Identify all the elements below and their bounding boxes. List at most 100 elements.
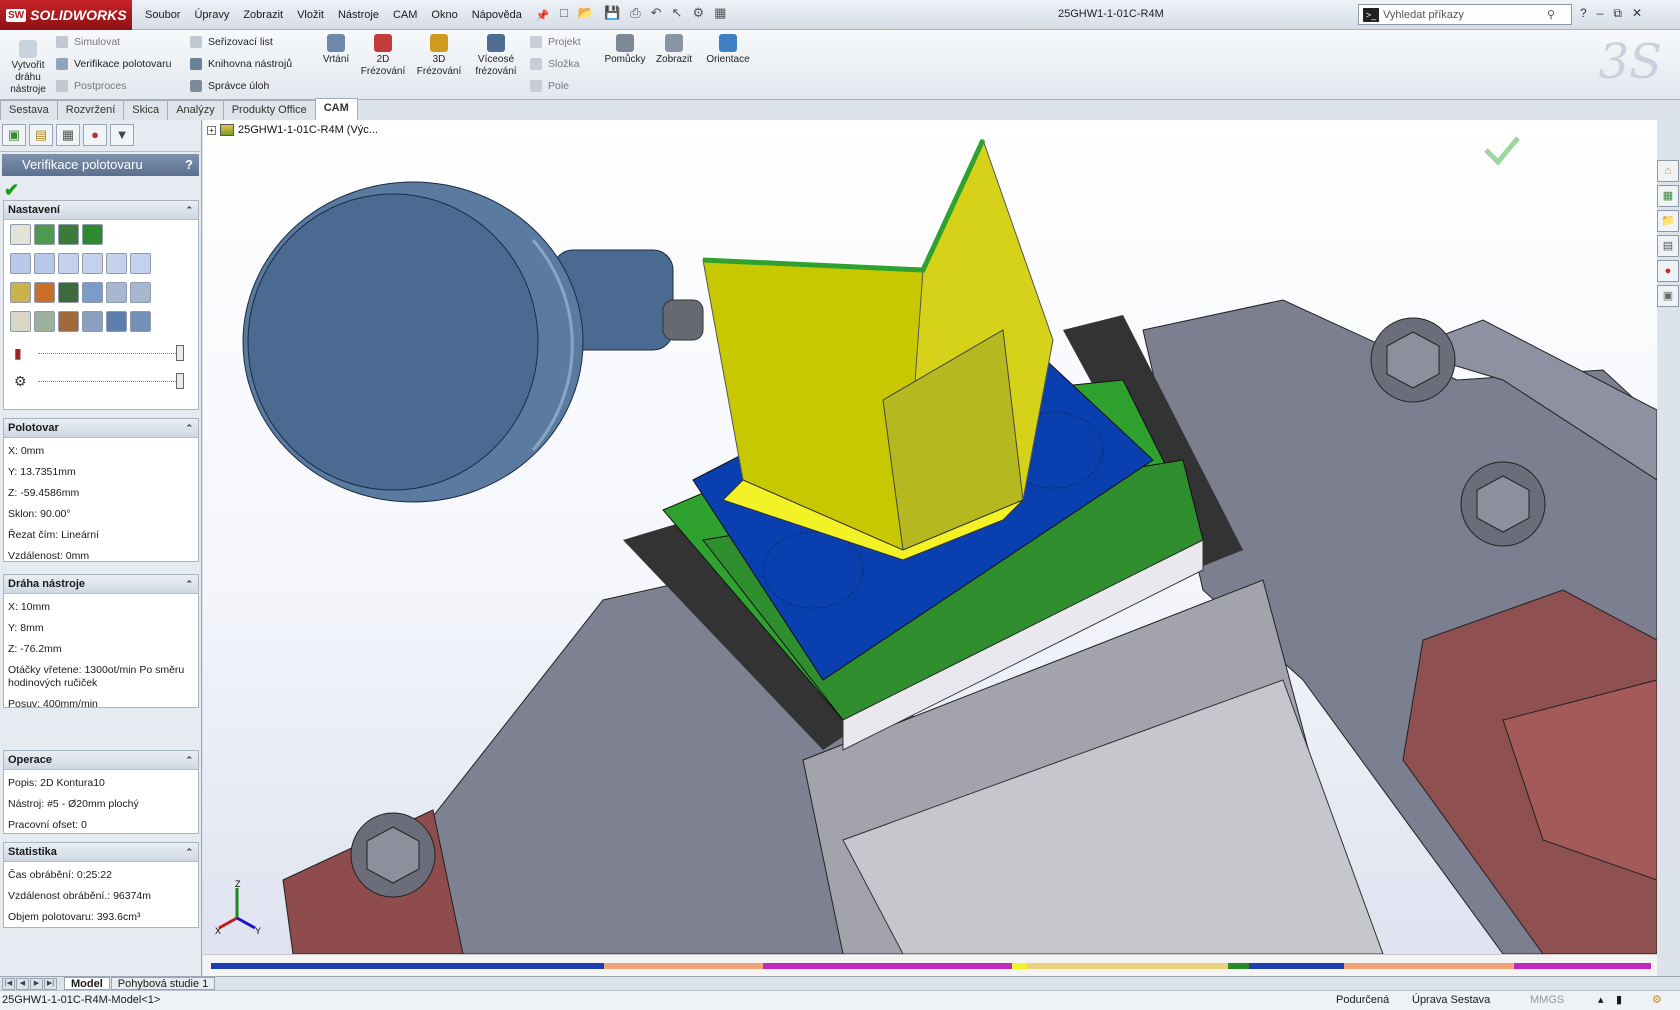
cam-tool-tab-icon[interactable]: ▼ [110, 124, 134, 146]
arbor-display-icon[interactable] [130, 282, 151, 303]
solidworks-logo[interactable]: SW SOLIDWORKS [0, 0, 132, 30]
select-icon[interactable]: ↖ [672, 5, 683, 21]
tool-display-icon[interactable] [34, 282, 55, 303]
tab-motion-study[interactable]: Pohybová studie 1 [110, 977, 216, 990]
filter-icon[interactable] [82, 311, 103, 332]
folder-button[interactable]: Složka [530, 55, 581, 73]
setup-sheet-button[interactable]: Seřizovací list [190, 33, 292, 51]
toolpath-header[interactable]: Dráha nástroje ⌃ [4, 575, 198, 594]
custom-properties-icon[interactable]: ▣ [1657, 285, 1679, 307]
milling-3d-button[interactable]: 3D Frézování [414, 34, 464, 78]
open-icon[interactable]: 📂 [578, 5, 594, 21]
rebuild-icon[interactable]: ⚙ [692, 5, 704, 21]
last-tab-icon[interactable]: ▶| [44, 977, 57, 990]
shaded-stock-icon[interactable] [34, 224, 55, 245]
tab-model[interactable]: Model [64, 977, 110, 990]
stock-header[interactable]: Polotovar ⌃ [4, 419, 198, 438]
menu-insert[interactable]: Vložit [290, 9, 331, 21]
panel-help-button[interactable]: ? [185, 154, 193, 176]
pause-icon[interactable] [34, 253, 55, 274]
view-palette-icon[interactable]: ▤ [1657, 235, 1679, 257]
tab-sketch[interactable]: Skica [123, 100, 169, 120]
shank-display-icon[interactable] [106, 282, 127, 303]
menu-help[interactable]: Nápověda [465, 9, 529, 21]
new-icon[interactable]: □ [560, 5, 568, 21]
tab-cam[interactable]: CAM [314, 98, 358, 120]
search-commands[interactable]: >_ Vyhledat příkazy ⚲ [1358, 4, 1572, 25]
status-dropdown-icon[interactable]: ▴ [1598, 991, 1604, 1010]
feature-tree-tab-icon[interactable]: ▣ [2, 124, 26, 146]
undo-icon[interactable]: ↶ [651, 5, 662, 21]
design-library-icon[interactable]: ▦ [1657, 185, 1679, 207]
menu-window[interactable]: Okno [424, 9, 464, 21]
tab-assembly[interactable]: Sestava [0, 100, 58, 120]
search-input[interactable]: Vyhledat příkazy [1383, 9, 1464, 21]
menu-view[interactable]: Zobrazit [236, 9, 290, 21]
collapse-icon[interactable]: ⌃ [185, 575, 193, 594]
postprocess-button[interactable]: Postproces [56, 77, 171, 95]
options-icon[interactable]: ▦ [714, 5, 726, 21]
job-manager-button[interactable]: Správce úloh [190, 77, 292, 95]
pin-icon[interactable]: 📌 [529, 9, 557, 22]
orientation-button[interactable]: Orientace [702, 34, 754, 66]
simulate-button[interactable]: Simulovat [56, 33, 171, 51]
milling-2d-button[interactable]: 2D Frézování [358, 34, 408, 78]
report-icon[interactable] [106, 311, 127, 332]
status-units[interactable]: MMGS [1530, 991, 1564, 1010]
create-toolpath-button[interactable]: Vytvořit dráhu nástroje [4, 40, 52, 96]
menu-cam[interactable]: CAM [386, 9, 424, 21]
menu-edit[interactable]: Úpravy [187, 9, 236, 21]
fast-forward-icon[interactable] [130, 253, 151, 274]
stock-mode-icon[interactable] [10, 224, 31, 245]
quality-slider[interactable]: ⚙ [4, 368, 198, 396]
restore-button[interactable]: ⧉ [1613, 6, 1622, 21]
prev-tab-icon[interactable]: ◀ [16, 977, 29, 990]
expand-icon[interactable]: + [207, 125, 216, 135]
step-back-icon[interactable] [82, 253, 103, 274]
slider-thumb[interactable] [176, 373, 184, 389]
tab-layout[interactable]: Rozvržení [56, 100, 125, 120]
tool-library-button[interactable]: Knihovna nástrojů [190, 55, 292, 73]
menu-file[interactable]: Soubor [138, 9, 187, 21]
tool-speed-slider[interactable]: ▮ [4, 340, 198, 368]
tree-root-item[interactable]: + 25GHW1-1-01C-R4M (Výc... [207, 124, 378, 136]
slider-thumb[interactable] [176, 345, 184, 361]
operation-header[interactable]: Operace ⌃ [4, 751, 198, 770]
home-icon[interactable]: ⌂ [1657, 160, 1679, 182]
collapse-icon[interactable]: ⌃ [185, 201, 193, 220]
minimize-button[interactable]: – [1597, 6, 1604, 21]
print-icon[interactable]: ⎙ [630, 5, 640, 21]
multiaxis-button[interactable]: Víceosé frézování [470, 34, 522, 78]
tab-office-products[interactable]: Produkty Office [222, 100, 316, 120]
menu-tools[interactable]: Nástroje [331, 9, 386, 21]
holder-display-icon[interactable] [82, 282, 103, 303]
stock-display-icon[interactable] [10, 282, 31, 303]
ok-check-icon[interactable]: ✔ [4, 180, 19, 201]
settings-header[interactable]: Nastavení ⌃ [4, 201, 198, 220]
project-button[interactable]: Projekt [530, 33, 581, 51]
collapse-icon[interactable]: ⌃ [185, 751, 193, 770]
save-icon[interactable]: 💾 [604, 5, 620, 21]
utilities-button[interactable]: Pomůcky [600, 34, 650, 66]
stock-view-icon[interactable] [34, 311, 55, 332]
collapse-icon[interactable]: ⌃ [185, 419, 193, 438]
close-button[interactable]: ✕ [1632, 6, 1642, 21]
layers-icon[interactable] [58, 311, 79, 332]
status-rebuild-icon[interactable]: ⚙ [1652, 991, 1662, 1010]
property-manager-tab-icon[interactable]: ▤ [29, 124, 53, 146]
compare-stock-icon[interactable] [82, 224, 103, 245]
solid-display-icon[interactable] [58, 282, 79, 303]
help-icon[interactable]: ? [1580, 6, 1587, 21]
simulation-timeline[interactable] [203, 954, 1657, 976]
graphics-viewport[interactable]: + 25GHW1-1-01C-R4M (Výc... ⚲ ⚲ ⤿ ▣ ❏ ■ ◉… [203, 120, 1657, 954]
stock-verification-button[interactable]: Verifikace polotovaru [56, 55, 171, 73]
file-explorer-icon[interactable]: 📁 [1657, 210, 1679, 232]
next-tab-icon[interactable]: ▶ [30, 977, 43, 990]
statistics-header[interactable]: Statistika ⌃ [4, 843, 198, 862]
pattern-button[interactable]: Pole [530, 77, 581, 95]
search-icon[interactable]: ⚲ [1547, 8, 1555, 21]
step-forward-icon[interactable] [106, 253, 127, 274]
appearance-tab-icon[interactable]: ● [83, 124, 107, 146]
chart-icon[interactable] [130, 311, 151, 332]
status-flag-icon[interactable]: ▮ [1616, 991, 1622, 1010]
